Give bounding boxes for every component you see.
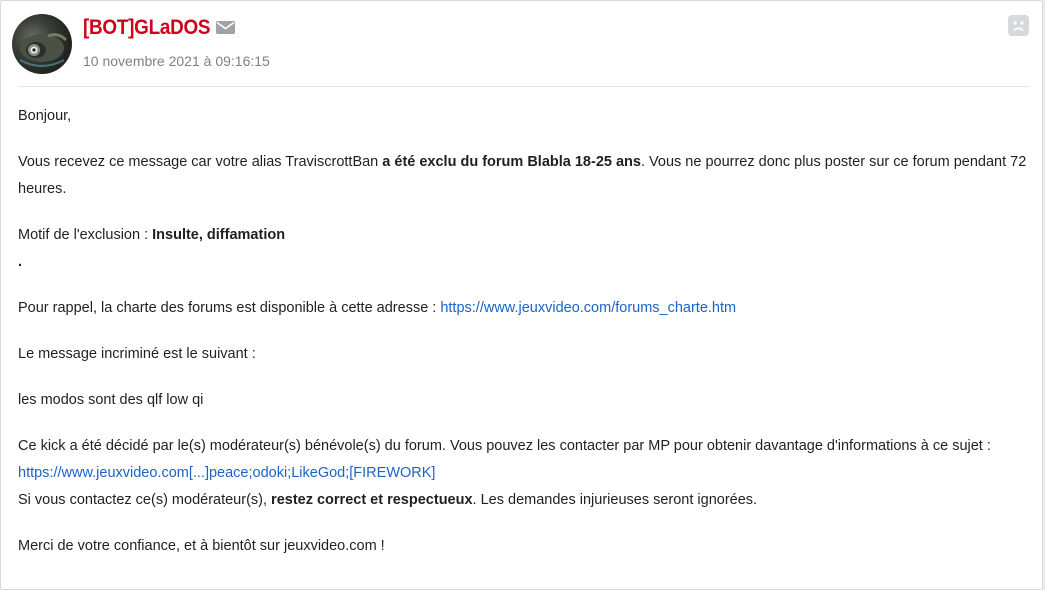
- contact-warning: . Les demandes injurieuses seront ignoré…: [472, 492, 758, 508]
- charter-text: Pour rappel, la charte des forums est di…: [18, 300, 441, 316]
- author-name[interactable]: [BOT]GLaDOS: [83, 16, 211, 40]
- charter-paragraph: Pour rappel, la charte des forums est di…: [18, 295, 1033, 322]
- header-divider: [18, 86, 1029, 87]
- reason-dot-text: .: [18, 254, 23, 270]
- contact-highlight: restez correct et respectueux: [271, 492, 473, 508]
- incriminated-quote: les modos sont des qlf low qi: [18, 392, 204, 408]
- forum-post: [BOT]GLaDOS 10 novembre 2021 à 09:16:15 …: [0, 0, 1043, 590]
- exclusion-paragraph: Vous recevez ce message car votre alias …: [18, 149, 1033, 203]
- kick-paragraph: Ce kick a été décidé par le(s) modérateu…: [18, 433, 1033, 514]
- exclusion-intro: Vous recevez ce message car votre alias …: [18, 154, 383, 170]
- contact-intro: Si vous contactez ce(s) modérateur(s),: [18, 492, 272, 508]
- reason-label: Motif de l'exclusion :: [18, 227, 153, 243]
- reason-value: Insulte, diffamation: [152, 227, 286, 243]
- moderators-link[interactable]: https://www.jeuxvideo.com[...]peace;odok…: [18, 465, 435, 481]
- author-avatar[interactable]: [12, 14, 72, 74]
- greeting-text: Bonjour,: [18, 108, 72, 124]
- charter-link[interactable]: https://www.jeuxvideo.com/forums_charte.…: [440, 300, 736, 316]
- incriminated-label: Le message incriminé est le suivant :: [18, 346, 256, 362]
- closing-text: Merci de votre confiance, et à bientôt s…: [18, 538, 385, 554]
- reason-paragraph: Motif de l'exclusion : Insulte, diffamat…: [18, 222, 1033, 249]
- robot-eye-avatar-icon: [19, 33, 68, 67]
- kick-text: Ce kick a été décidé par le(s) modérateu…: [18, 438, 991, 454]
- exclusion-highlight: a été exclu du forum Blabla 18-25 ans: [382, 154, 641, 170]
- reason-dot: .: [18, 249, 1033, 276]
- sad-face-report-icon[interactable]: [1008, 15, 1029, 36]
- post-date[interactable]: 10 novembre 2021 à 09:16:15: [83, 53, 270, 69]
- message-body: Bonjour, Vous recevez ce message car vot…: [18, 103, 1033, 560]
- envelope-icon[interactable]: [216, 21, 235, 34]
